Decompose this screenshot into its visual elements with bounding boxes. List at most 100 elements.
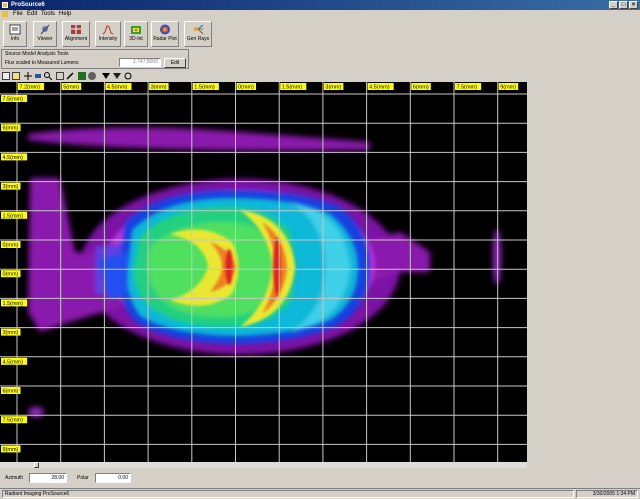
svg-text:3(mm): 3(mm) [3,330,19,336]
horizontal-scrollbar[interactable] [0,462,527,468]
viewer-button-label: Viewer [37,36,53,42]
save-icon[interactable] [2,72,10,80]
svg-text:1.5(mm): 1.5(mm) [3,213,24,219]
x-tick-label: 6(mm) [411,83,431,91]
move-icon[interactable] [34,72,42,80]
svg-text:1.5(mm): 1.5(mm) [194,85,215,91]
alignment-button[interactable]: Alignment [62,21,90,47]
svg-text:6(mm): 6(mm) [3,126,19,132]
radar-plot-button-label: Radar Plot [153,36,177,42]
y-tick-label: 0(mm) [1,270,21,278]
title-bar: ProSource6 _ □ × [0,0,640,10]
maximize-button[interactable]: □ [619,1,628,9]
svg-text:9(mm): 9(mm) [500,85,516,91]
rectangle-icon[interactable] [56,72,64,80]
intensity-icon [102,25,114,35]
y-tick-label: 1.5(mm) [1,211,28,219]
x-tick-label: 7.2(mm) [18,83,45,91]
y-tick-label: 3(mm) [1,328,21,336]
x-tick-label: 1.5(mm) [192,83,219,91]
minimize-button[interactable]: _ [609,1,618,9]
svg-text:3(mm): 3(mm) [325,85,341,91]
svg-text:0(mm): 0(mm) [238,85,254,91]
svg-text:0(mm): 0(mm) [3,272,19,278]
status-app: Radiant Imaging ProSource6 [2,490,574,498]
azimuth-label: Azimuth [5,475,24,481]
polar-input[interactable]: 0.00 [95,473,131,483]
3d-int-icon [131,26,141,34]
window-title: ProSource6 [11,2,45,8]
zoom-icon[interactable] [44,72,53,81]
x-tick-label: 3(mm) [323,83,344,91]
svg-text:4.5(mm): 4.5(mm) [3,359,24,365]
svg-text:9(mm): 9(mm) [3,447,19,453]
menu-edit[interactable]: Edit [27,11,37,17]
y-tick-label: 7.5(mm) [1,416,28,424]
palette-icon[interactable] [88,72,96,80]
svg-text:1.5(mm): 1.5(mm) [282,85,303,91]
menu-file[interactable]: File [13,11,23,17]
menu-help[interactable]: Help [59,11,71,17]
intensity-button[interactable]: Intensity [95,21,121,47]
3d-int-button[interactable]: 3D-Int [124,21,148,47]
gen-rays-button-label: Gen Rays [186,36,210,42]
status-bar: Radiant Imaging ProSource6 3/30/2005 1:3… [0,488,640,499]
svg-text:7.2(mm): 7.2(mm) [20,85,41,91]
y-tick-label: 9(mm) [1,445,21,453]
svg-text:6(mm): 6(mm) [413,85,429,91]
circle-icon[interactable] [124,72,132,80]
x-tick-label: 9(mm) [498,83,519,91]
analysis-tools-group: Source Model Analysis Tools Flux scaled … [1,49,189,69]
close-button[interactable]: × [629,1,638,9]
polar-label: Polar [77,475,89,481]
y-tick-label: 7.5(mm) [1,95,28,103]
svg-text:1.5(mm): 1.5(mm) [3,301,24,307]
image-viewer[interactable]: 7.2(mm) 5(mm) 4.5(mm) 3(mm) 1.5(mm) 0(mm) 1.5(… [0,82,527,462]
azimuth-input[interactable]: 28.00 [29,473,67,483]
y-tick-label: 0(mm) [1,241,21,249]
luminance-image: 7.2(mm) 5(mm) 4.5(mm) 3(mm) 1.5(mm) 0(mm) 1.5(… [0,82,527,462]
main-toolbar: Info Viewer Alignment Intensity 3D-Int R… [0,19,640,51]
gen-rays-button[interactable]: Gen Rays [184,21,212,47]
crosshair-icon[interactable] [24,72,32,80]
y-tick-label: 4.5(mm) [1,357,28,365]
svg-text:5(mm): 5(mm) [63,85,79,91]
viewer-icon [40,24,50,35]
flux-value-field[interactable]: 1.747,8000 [119,58,161,67]
orientation-bar: Azimuth 28.00 Polar 0.00 [0,469,640,487]
x-tick-label: 3(mm) [149,83,169,91]
svg-text:4.5(mm): 4.5(mm) [3,155,24,161]
menu-tools[interactable]: Tools [41,11,55,17]
app-icon [2,2,8,8]
system-menu-icon[interactable] [2,11,8,17]
status-datetime: 3/30/2005 1:34 PM [576,490,638,498]
intensity-button-label: Intensity [98,36,118,42]
viewer-button[interactable]: Viewer [33,21,57,47]
y-tick-label: 6(mm) [1,387,21,395]
image-toolbar [0,71,160,81]
y-tick-label: 3(mm) [1,182,21,190]
edit-button[interactable]: Edit [164,58,186,68]
menu-bar: File Edit Tools Help [0,10,640,19]
flux-label: Flux scaled to Measured Lumens [5,60,79,66]
alignment-icon [71,25,81,34]
x-tick-label: 0(mm) [236,83,256,91]
info-button[interactable]: Info [3,21,27,47]
svg-text:3(mm): 3(mm) [3,184,19,190]
x-tick-label: 5(mm) [61,83,82,91]
x-tick-label: 7.5(mm) [455,83,482,91]
x-tick-label: 1.5(mm) [280,83,307,91]
x-tick-label: 4.5(mm) [367,83,394,91]
pencil-icon[interactable] [66,72,74,80]
fill-icon[interactable] [78,72,86,80]
color-icon[interactable] [113,72,121,80]
svg-text:3(mm): 3(mm) [151,85,167,91]
svg-text:7.5(mm): 7.5(mm) [3,97,24,103]
info-icon [9,24,21,35]
svg-text:4.5(mm): 4.5(mm) [107,85,128,91]
scrollbar-thumb[interactable] [34,462,39,468]
arrow-down-icon[interactable] [102,72,110,80]
radar-plot-button[interactable]: Radar Plot [151,21,179,47]
y-tick-label: 4.5(mm) [1,153,28,161]
open-icon[interactable] [12,72,20,80]
